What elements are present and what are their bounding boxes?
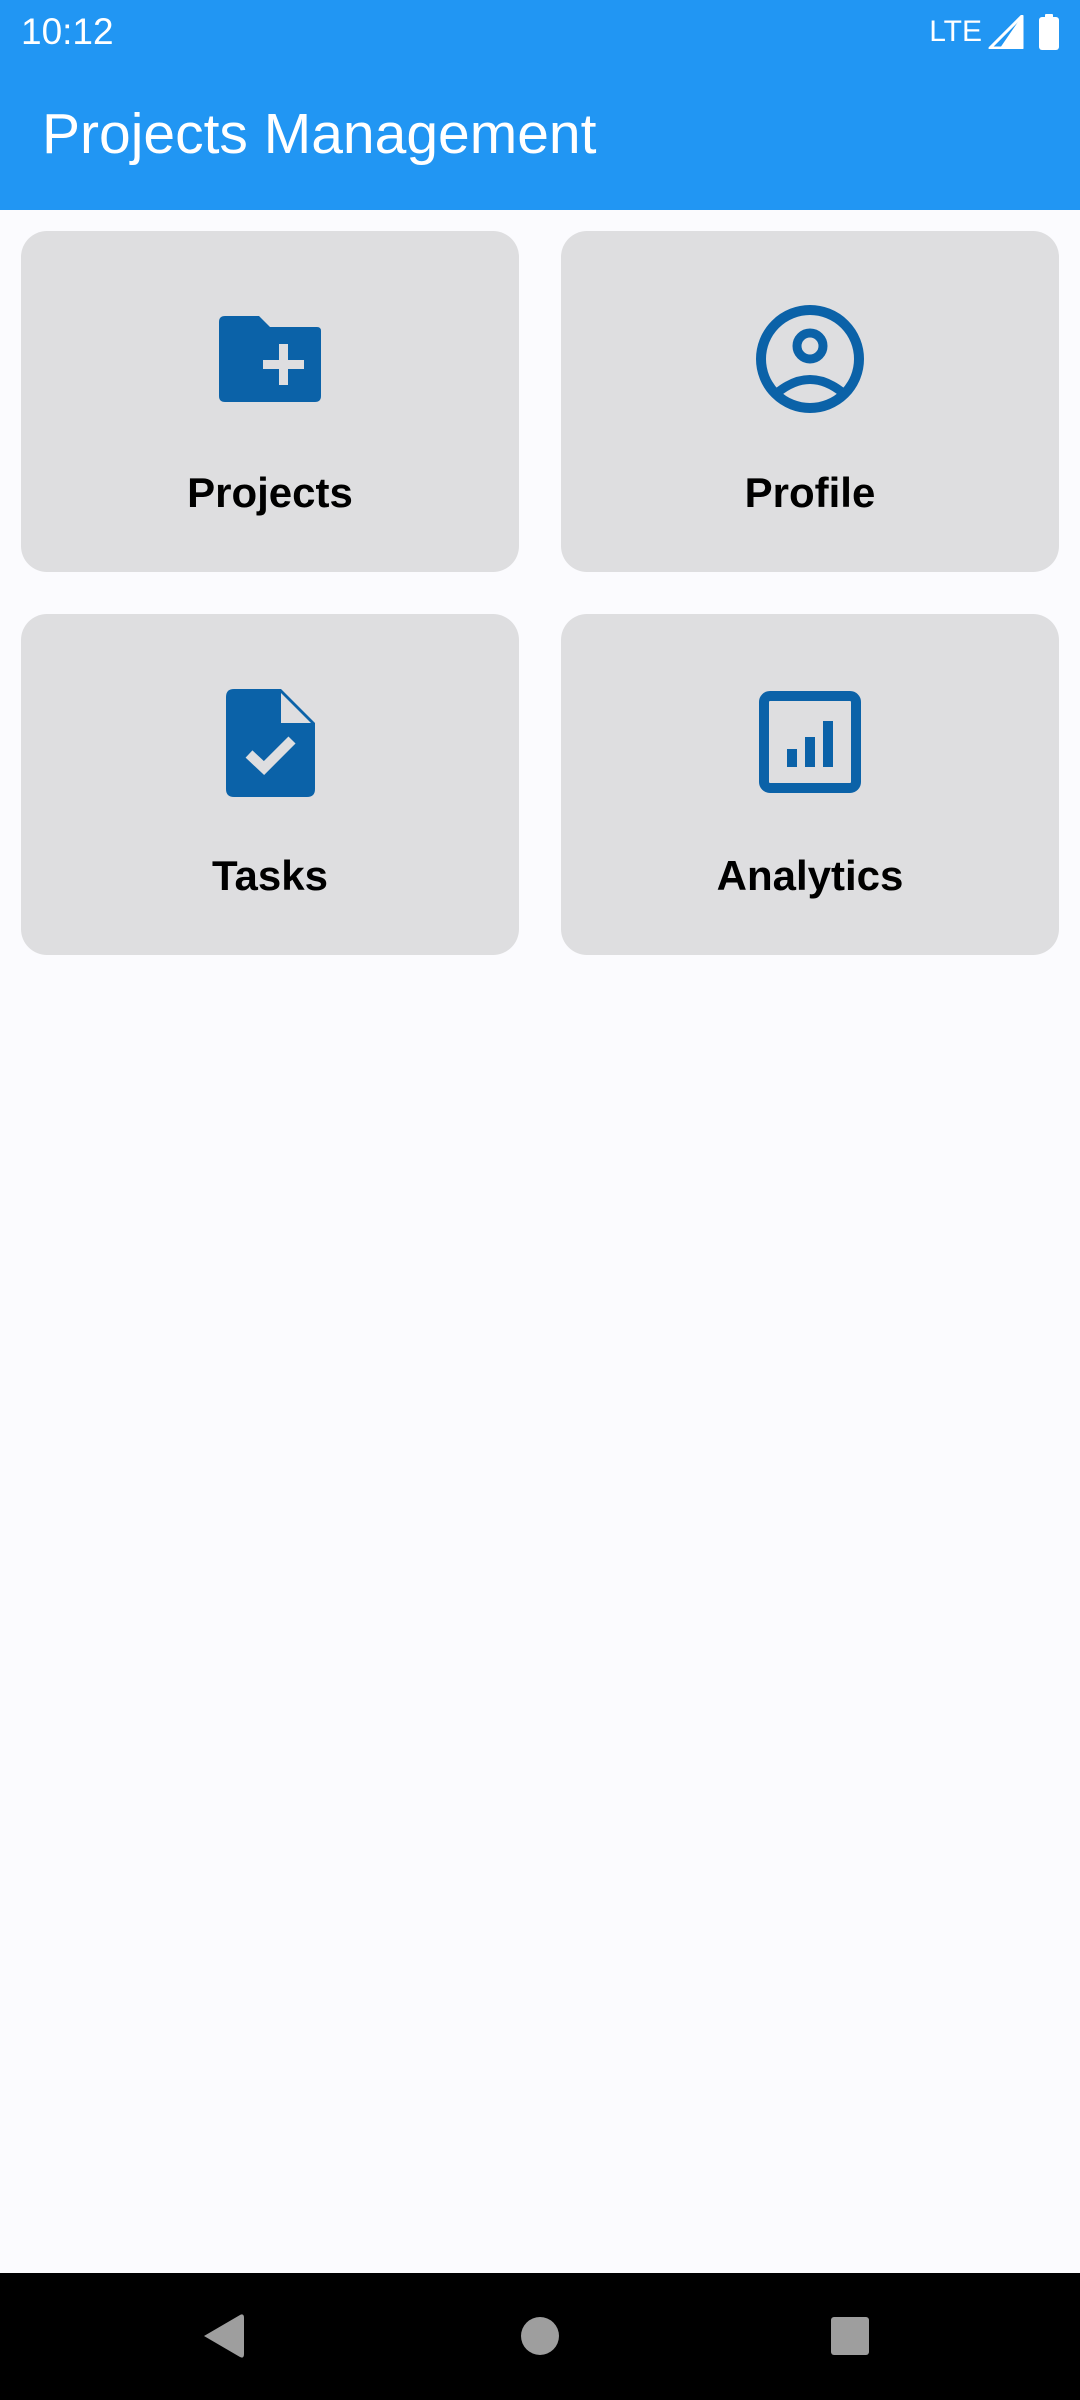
- account-circle-icon: [755, 304, 865, 414]
- card-label-analytics: Analytics: [716, 852, 904, 899]
- page-title: Projects Management: [42, 102, 597, 166]
- analytics-card[interactable]: Analytics: [561, 614, 1059, 955]
- network-type: LTE: [929, 15, 982, 48]
- status-icons: LTE: [929, 13, 1060, 50]
- home-icon: [521, 2317, 559, 2355]
- card-label-projects: Projects: [187, 469, 353, 516]
- task-document-icon: [215, 687, 325, 797]
- profile-card[interactable]: Profile: [561, 231, 1059, 572]
- status-bar: 10:12 LTE: [0, 0, 1080, 63]
- folder-add-icon: [215, 304, 325, 414]
- back-icon: [204, 2314, 244, 2358]
- battery-icon: [1039, 13, 1059, 50]
- app-bar: Projects Management: [0, 63, 1080, 210]
- tasks-card[interactable]: Tasks: [21, 614, 519, 955]
- card-label-profile: Profile: [744, 469, 876, 516]
- card-label-tasks: Tasks: [212, 852, 328, 899]
- status-time: 10:12: [21, 11, 114, 52]
- analytics-icon: [755, 687, 865, 797]
- back-button[interactable]: [192, 2303, 258, 2369]
- home-button[interactable]: [507, 2303, 573, 2369]
- recents-button[interactable]: [817, 2303, 883, 2369]
- recents-icon: [831, 2317, 869, 2355]
- signal-icon: [988, 14, 1024, 49]
- projects-card[interactable]: Projects: [21, 231, 519, 572]
- navigation-bar: [0, 2273, 1080, 2400]
